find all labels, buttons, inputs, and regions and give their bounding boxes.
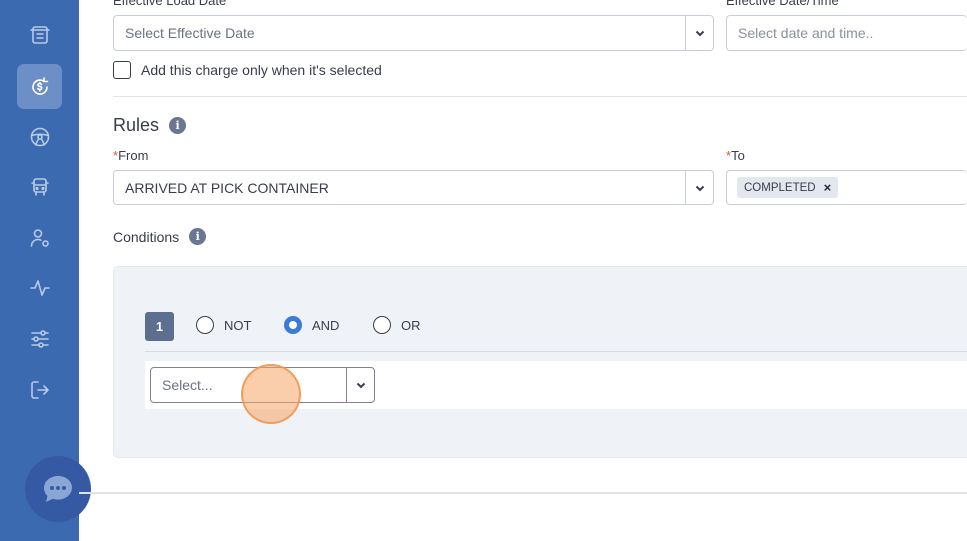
operator-and-radio[interactable]: AND — [284, 316, 339, 334]
effective-datetime-placeholder: Select date and time.. — [738, 25, 874, 41]
sidebar-item-charges[interactable] — [17, 64, 62, 109]
selected-only-checkbox-row[interactable]: Add this charge only when it's selected — [113, 61, 382, 79]
info-icon[interactable]: i — [189, 228, 207, 245]
effective-load-date-label: Effective Load Date — [113, 0, 227, 8]
operator-label: OR — [401, 317, 421, 333]
dollar-cycle-icon — [31, 76, 48, 95]
status-tag: COMPLETED × — [737, 177, 839, 198]
operator-label: NOT — [224, 317, 252, 333]
conditions-heading: Conditions i — [113, 228, 207, 245]
panel-divider — [145, 351, 967, 352]
condition-row: Select... — [145, 361, 967, 409]
operator-not-radio[interactable]: NOT — [196, 316, 251, 334]
to-label: *To — [726, 148, 745, 163]
effective-datetime-label: Effective Date/Time — [726, 0, 839, 8]
steering-wheel-icon — [30, 127, 49, 146]
info-icon[interactable]: i — [169, 117, 187, 134]
dropdown-toggle[interactable] — [685, 16, 713, 50]
dropdown-toggle[interactable] — [346, 368, 374, 402]
sidebar-item-billing[interactable] — [17, 12, 62, 57]
sliders-icon — [30, 329, 49, 348]
sidebar-item-reports[interactable] — [17, 265, 62, 310]
condition-field-select[interactable]: Select... — [150, 367, 375, 403]
sidebar-item-users[interactable] — [17, 215, 62, 260]
receipt-icon — [29, 25, 50, 44]
chat-icon — [44, 476, 72, 502]
operator-or-radio[interactable]: OR — [373, 316, 421, 334]
remove-tag-icon[interactable]: × — [824, 180, 832, 195]
operator-label: AND — [312, 317, 340, 333]
conditions-panel: 1 NOT AND OR Select... — [113, 266, 967, 458]
sidebar-item-logout[interactable] — [17, 367, 62, 412]
from-label: *From — [113, 148, 148, 163]
to-status-multiselect[interactable]: COMPLETED × — [726, 170, 967, 205]
selected-only-checkbox[interactable] — [113, 61, 131, 79]
sidebar-item-settings[interactable] — [17, 316, 62, 361]
truck-icon — [30, 177, 49, 196]
section-divider — [113, 96, 967, 97]
footer-divider — [79, 492, 967, 494]
user-settings-icon — [30, 228, 49, 247]
main-content: Effective Load Date Effective Date/Time … — [79, 0, 967, 541]
from-status-value: ARRIVED AT PICK CONTAINER — [125, 179, 329, 196]
logout-icon — [30, 380, 49, 399]
condition-select-placeholder: Select... — [162, 377, 213, 393]
from-label-text: From — [118, 148, 149, 163]
to-label-text: To — [731, 148, 745, 163]
conditions-title: Conditions — [113, 228, 180, 245]
selected-only-checkbox-label: Add this charge only when it's selected — [141, 62, 382, 78]
radio-button[interactable] — [284, 316, 302, 334]
condition-group-number: 1 — [145, 312, 174, 341]
effective-load-date-placeholder: Select Effective Date — [125, 25, 255, 41]
sidebar-item-drivers[interactable] — [17, 114, 62, 159]
effective-load-date-select[interactable]: Select Effective Date — [113, 15, 714, 51]
rules-title: Rules — [113, 115, 160, 135]
from-status-select[interactable]: ARRIVED AT PICK CONTAINER — [113, 170, 714, 205]
chevron-down-icon — [356, 382, 365, 389]
effective-datetime-input[interactable]: Select date and time.. — [726, 15, 967, 51]
status-tag-label: COMPLETED — [744, 181, 816, 194]
radio-button[interactable] — [373, 316, 391, 334]
rules-heading: Rules i — [113, 115, 187, 136]
chevron-down-icon — [695, 30, 704, 37]
radio-button[interactable] — [196, 316, 214, 334]
sidebar-item-trucks[interactable] — [17, 164, 62, 209]
dropdown-toggle[interactable] — [685, 171, 713, 204]
chevron-down-icon — [695, 185, 704, 191]
activity-icon — [29, 279, 50, 296]
